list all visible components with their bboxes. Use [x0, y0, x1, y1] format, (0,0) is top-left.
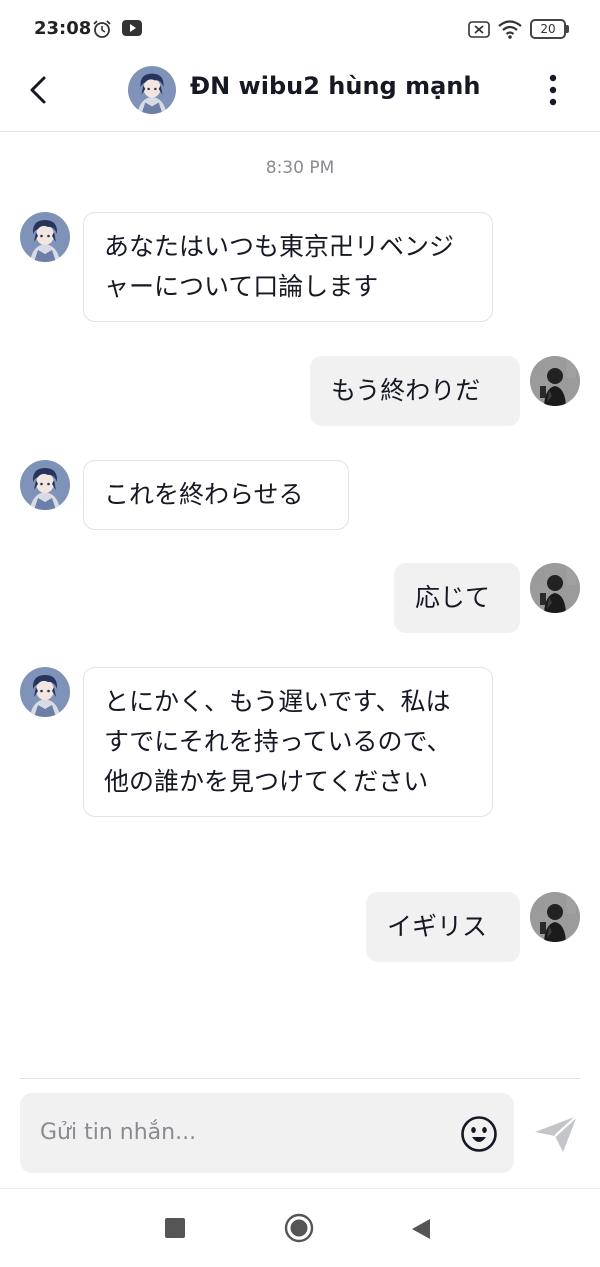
avatar[interactable]	[530, 356, 580, 406]
home-icon[interactable]	[284, 1213, 314, 1243]
wifi-icon	[498, 20, 522, 39]
avatar[interactable]	[20, 460, 70, 510]
sim-off-icon	[468, 21, 490, 38]
battery-level: 20	[540, 22, 556, 36]
message-bubble[interactable]: 応じて	[394, 563, 520, 633]
avatar[interactable]	[20, 667, 70, 717]
avatar[interactable]	[530, 892, 580, 942]
more-vertical-icon[interactable]	[540, 70, 566, 110]
message-bubble[interactable]: これを終わらせる	[83, 460, 349, 530]
avatar[interactable]	[530, 563, 580, 613]
avatar[interactable]	[128, 66, 176, 114]
message-bubble[interactable]: もう終わりだ	[310, 356, 520, 426]
youtube-icon	[122, 20, 142, 36]
recent-apps-icon[interactable]	[165, 1218, 185, 1238]
battery-icon: 20	[530, 19, 570, 39]
page-title[interactable]: ĐN wibu2 hùng mạnh	[190, 72, 480, 100]
system-nav-bar	[0, 1188, 600, 1267]
composer-divider	[20, 1078, 580, 1079]
message-input-placeholder: Gửi tin nhắn...	[40, 1120, 197, 1145]
back-icon[interactable]	[410, 1217, 432, 1241]
emoji-icon[interactable]	[460, 1115, 498, 1153]
message-bubble[interactable]: あなたはいつも東京卍リベンジャーについて口論します	[83, 212, 493, 322]
send-icon[interactable]	[533, 1114, 579, 1154]
avatar[interactable]	[20, 212, 70, 262]
message-timestamp: 8:30 PM	[265, 158, 335, 178]
status-bar: 23:08 20	[0, 0, 600, 58]
message-input[interactable]: Gửi tin nhắn...	[20, 1093, 514, 1173]
message-bubble[interactable]: イギリス	[366, 892, 520, 962]
chevron-left-icon[interactable]	[22, 70, 58, 110]
alarm-icon	[93, 20, 111, 38]
chat-header: ĐN wibu2 hùng mạnh	[0, 58, 600, 132]
message-bubble[interactable]: とにかく、もう遅いです、私はすでにそれを持っているので、他の誰かを見つけてくださ…	[83, 667, 493, 817]
status-time: 23:08	[34, 18, 92, 39]
